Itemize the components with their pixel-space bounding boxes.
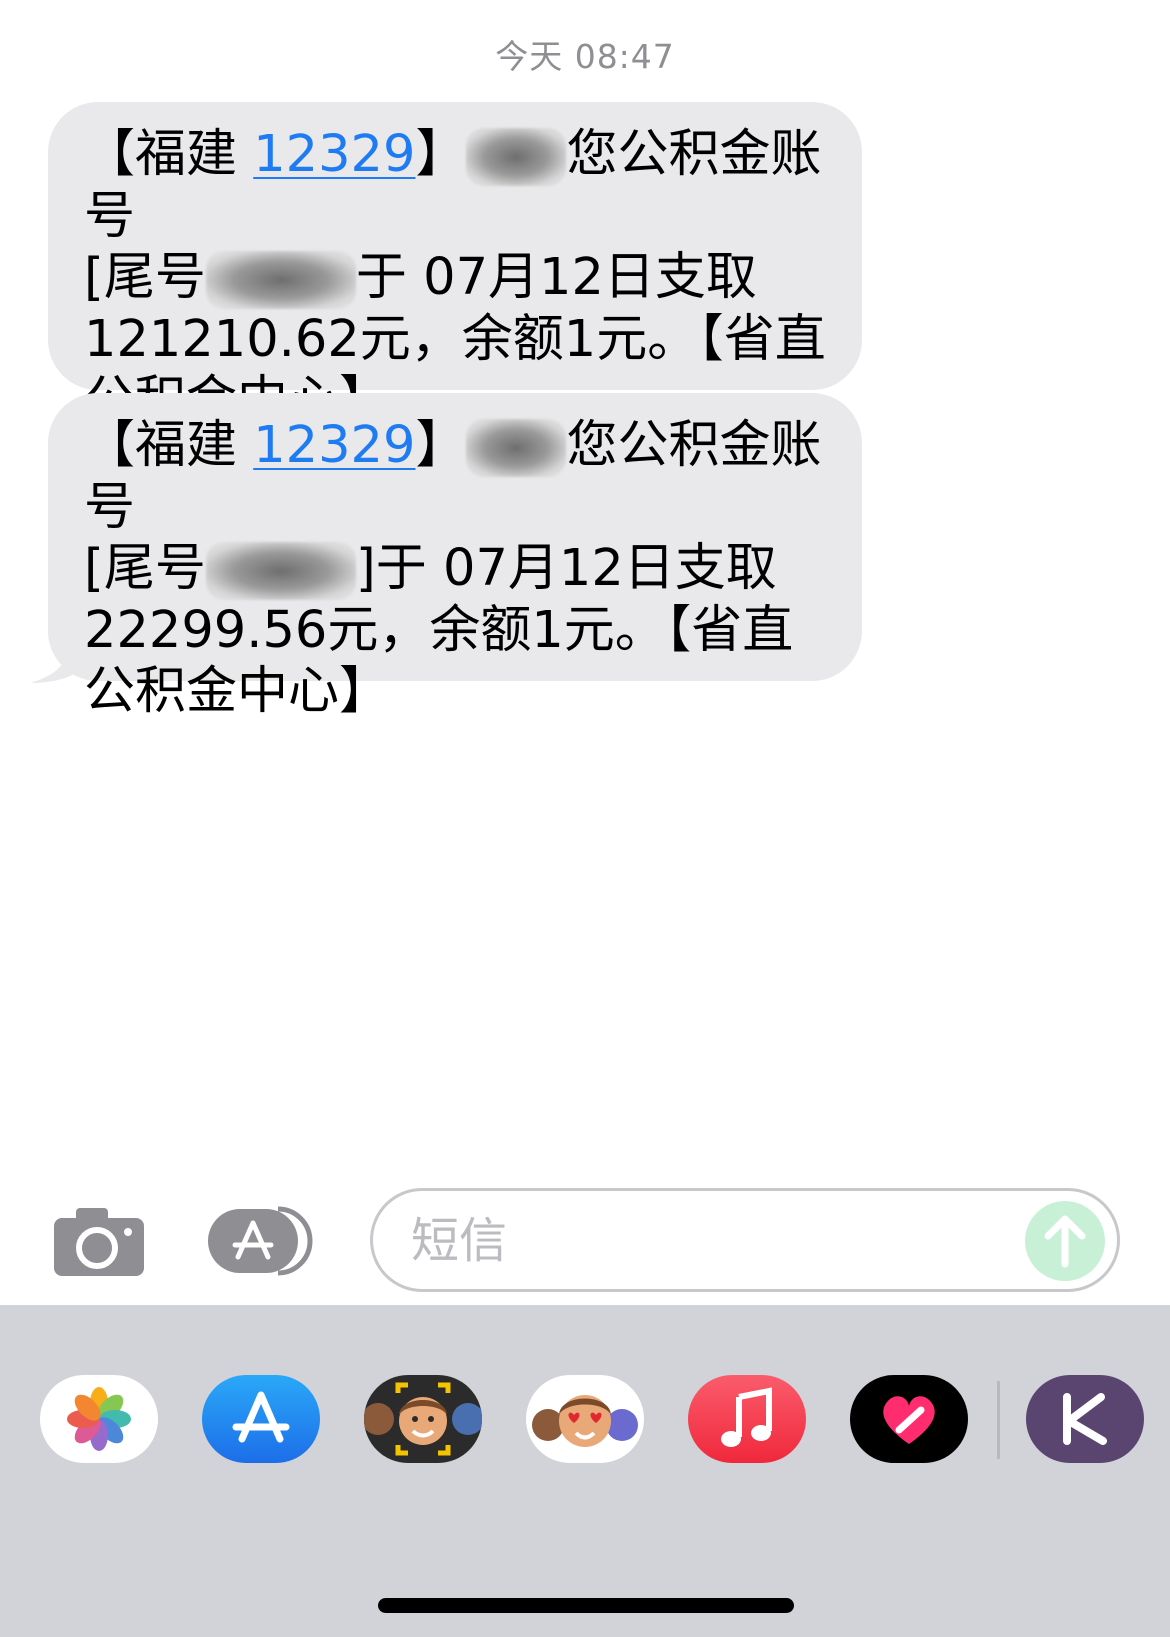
redacted-region [205,251,356,309]
photos-app-icon[interactable] [40,1375,158,1463]
app-store-app-icon[interactable] [202,1375,320,1463]
message-input[interactable] [409,1205,1013,1277]
sender-number-link[interactable]: 12329 [253,416,415,475]
camera-button[interactable] [54,1206,144,1276]
message-input-box[interactable] [370,1188,1120,1292]
message-timestamp: 今天 08:47 [495,37,675,76]
redacted-region [466,128,567,186]
message-text: [尾号 [84,248,206,307]
message-text: [尾号 [84,539,206,598]
app-store-a-icon [232,1391,290,1443]
message-line: [尾号 于 07月12日支取 [84,247,832,309]
music-app-icon[interactable] [688,1375,806,1463]
message-closing: 公积金中心】 [84,662,391,721]
memoji-stickers-icon [532,1395,638,1447]
memoji-app-icon[interactable] [364,1375,482,1463]
app-drawer [0,1305,1170,1637]
message-line: 【福建 12329】 您公积金账号 [84,124,832,247]
app-store-icon [208,1206,313,1276]
message-amount-line: 22299.56元，余额1元。【省直 [84,601,794,660]
message-line: [尾号 ]于 07月12日支取 [84,538,832,600]
camera-icon [54,1208,144,1276]
music-note-icon [721,1387,772,1447]
memoji-stickers-app-icon[interactable] [526,1375,644,1463]
message-bubble[interactable]: 【福建 12329】 您公积金账号 [尾号 ]于 07月12日支取 22299.56… [30,393,862,721]
send-button[interactable] [1025,1201,1105,1281]
keep-app-icon[interactable] [1026,1375,1144,1463]
keep-k-icon [1063,1393,1107,1445]
message-amount-line: 121210.62元，余额1元。【省直 [84,310,826,369]
heart-icon [883,1396,935,1444]
message-bubble[interactable]: 【福建 12329】 您公积金账号 [尾号 于 07月12日支取 121210.62… [48,102,862,430]
home-indicator[interactable] [378,1598,794,1613]
bubble-tail [30,639,88,683]
message-text: 于 07月12日支取 [355,248,757,307]
apps-button[interactable] [208,1205,320,1277]
message-text: ]于 07月12日支取 [355,539,777,598]
sender-number-link[interactable]: 12329 [253,125,415,184]
redacted-region [466,419,567,477]
message-text: 【福建 [84,416,254,475]
message-text: 【福建 [84,125,254,184]
send-arrow-icon [1044,1215,1086,1268]
digital-touch-app-icon[interactable] [850,1375,968,1463]
photos-flower-icon [67,1387,131,1451]
drawer-divider [997,1381,1000,1459]
message-text: 】 [415,125,467,184]
message-text: 】 [415,416,467,475]
message-line: 【福建 12329】 您公积金账号 [84,415,832,538]
redacted-region [205,542,356,600]
memoji-face-icon [364,1382,482,1456]
